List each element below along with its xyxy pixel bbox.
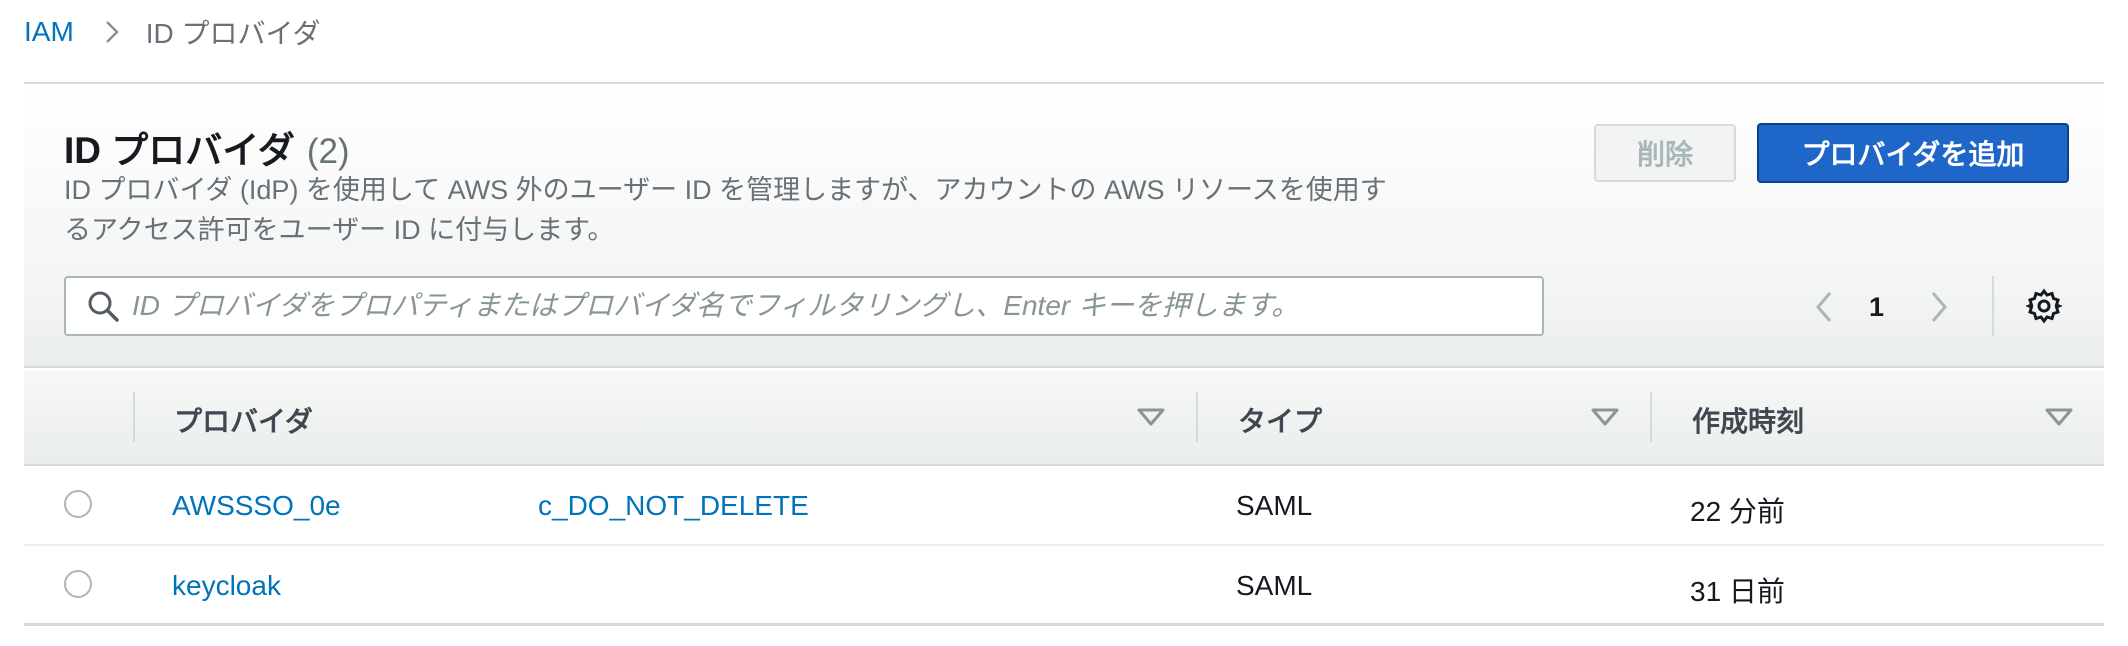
table-row: AWSSSO_0e c_DO_NOT_DELETE SAML 22 分前 — [24, 466, 2104, 546]
provider-type: SAML — [1236, 570, 1313, 601]
provider-count: (2) — [306, 132, 350, 171]
column-divider — [133, 392, 135, 442]
gear-icon[interactable] — [2024, 288, 2064, 324]
breadcrumb-current: ID プロバイダ — [145, 18, 321, 49]
table-row: keycloak SAML 31 日前 — [24, 546, 2104, 626]
delete-button[interactable]: 削除 — [1594, 124, 1736, 182]
search-input[interactable] — [132, 290, 1512, 322]
page-title-row: ID プロバイダ (2) — [64, 120, 350, 174]
provider-link[interactable]: AWSSSO_0e — [172, 490, 341, 522]
column-type[interactable]: タイプ — [1238, 400, 1322, 440]
page-description: ID プロバイダ (IdP) を使用して AWS 外のユーザー ID を管理しま… — [64, 175, 1387, 245]
column-divider — [1650, 392, 1652, 442]
column-created[interactable]: 作成時刻 — [1692, 400, 1804, 440]
table-header: プロバイダ タイプ 作成時刻 — [24, 370, 2104, 466]
chevron-right-icon — [104, 19, 120, 45]
search-box — [64, 276, 1544, 336]
column-provider[interactable]: プロバイダ — [174, 400, 313, 440]
caret-down-icon[interactable] — [1136, 406, 1166, 428]
pager-divider — [1992, 276, 1994, 336]
row-select-radio[interactable] — [64, 490, 92, 518]
caret-down-icon[interactable] — [1590, 406, 1620, 428]
search-icon — [86, 289, 120, 323]
provider-link[interactable]: keycloak — [172, 570, 281, 602]
page-title: ID プロバイダ — [64, 130, 295, 171]
column-divider — [1196, 392, 1198, 442]
breadcrumb-iam-link[interactable]: IAM — [24, 16, 74, 48]
provider-link-suffix[interactable]: c_DO_NOT_DELETE — [538, 490, 809, 522]
provider-created: 22 分前 — [1690, 496, 1785, 527]
chevron-right-icon[interactable] — [1929, 282, 1949, 332]
caret-down-icon[interactable] — [2044, 406, 2074, 428]
provider-type: SAML — [1236, 490, 1313, 521]
panel-header: ID プロバイダ (2) ID プロバイダ (IdP) を使用して AWS 外の… — [24, 84, 2104, 368]
chevron-left-icon[interactable] — [1814, 282, 1834, 332]
identity-providers-panel: ID プロバイダ (2) ID プロバイダ (IdP) を使用して AWS 外の… — [24, 82, 2104, 630]
breadcrumb: IAM ID プロバイダ — [24, 12, 320, 52]
page-number[interactable]: 1 — [1869, 282, 1884, 332]
add-provider-button[interactable]: プロバイダを追加 — [1757, 123, 2069, 183]
provider-created: 31 日前 — [1690, 576, 1785, 607]
row-select-radio[interactable] — [64, 570, 92, 598]
